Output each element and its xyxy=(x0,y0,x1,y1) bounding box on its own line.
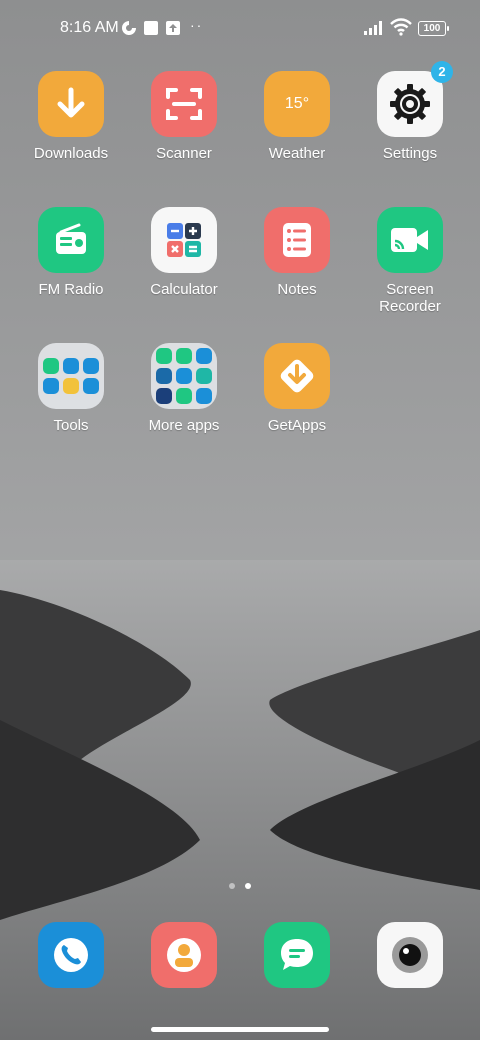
app-downloads[interactable]: Downloads xyxy=(21,71,121,162)
gear-icon: 2 xyxy=(377,61,453,137)
dock-camera[interactable] xyxy=(360,922,460,988)
status-bar: 8:16 AM ·· 100 xyxy=(0,0,480,56)
folder-app-thumbnail xyxy=(156,368,172,384)
folder-app-thumbnail xyxy=(156,348,172,364)
getapps-icon xyxy=(264,343,330,409)
app-label: More apps xyxy=(148,417,220,434)
folder-app-thumbnail xyxy=(196,348,212,364)
dock-phone[interactable] xyxy=(21,922,121,988)
notification-badge: 2 xyxy=(431,61,453,83)
dock-messages[interactable] xyxy=(247,922,347,988)
folder-app-thumbnail xyxy=(156,388,172,404)
app-label: Screen Recorder xyxy=(360,281,460,315)
dock-contacts[interactable] xyxy=(134,922,234,988)
phone-icon xyxy=(38,922,104,988)
vpn-icon xyxy=(122,21,136,35)
app-label: Notes xyxy=(277,281,317,298)
app-label: Weather xyxy=(268,145,326,162)
app-calculator[interactable]: Calculator xyxy=(134,207,234,298)
radio-icon xyxy=(38,207,104,273)
folder-app-thumbnail xyxy=(83,378,99,394)
app-label-line2: Recorder xyxy=(379,298,441,315)
folder-app-thumbnail xyxy=(43,378,59,394)
folder-app-thumbnail xyxy=(83,358,99,374)
app-label: Calculator xyxy=(150,281,218,298)
app-label: Tools xyxy=(53,417,89,434)
weather-temp-icon: 15° xyxy=(264,71,330,137)
home-gesture-bar[interactable] xyxy=(151,1027,329,1032)
page-indicator xyxy=(0,876,480,894)
folder-app-thumbnail xyxy=(176,368,192,384)
folder-app-thumbnail xyxy=(176,388,192,404)
app-fm-radio[interactable]: FM Radio xyxy=(21,207,121,298)
more-notifications-icon: ·· xyxy=(190,17,204,33)
scan-frame-icon xyxy=(151,71,217,137)
wifi-icon xyxy=(390,18,412,36)
square-notification-icon xyxy=(144,21,158,35)
app-settings[interactable]: 2 Settings xyxy=(360,61,460,162)
app-label: Settings xyxy=(382,145,438,162)
folder-icon xyxy=(38,343,104,409)
folder-app-thumbnail xyxy=(196,388,212,404)
app-screen-recorder[interactable]: Screen Recorder xyxy=(360,207,460,315)
app-label: GetApps xyxy=(267,417,327,434)
app-label-line1: Screen xyxy=(386,281,434,298)
folder-icon xyxy=(151,343,217,409)
folder-app-thumbnail xyxy=(43,358,59,374)
status-time: 8:16 AM xyxy=(60,19,119,36)
video-cast-icon xyxy=(377,207,443,273)
folder-app-thumbnail xyxy=(176,348,192,364)
app-label: Downloads xyxy=(33,145,109,162)
chat-bubble-icon xyxy=(264,922,330,988)
app-scanner[interactable]: Scanner xyxy=(134,71,234,162)
weather-temperature: 15° xyxy=(284,95,310,112)
app-weather[interactable]: 15° Weather xyxy=(247,71,347,162)
upload-notification-icon xyxy=(166,21,180,35)
folder-app-thumbnail xyxy=(63,358,79,374)
folder-app-thumbnail xyxy=(196,368,212,384)
camera-lens-icon xyxy=(377,922,443,988)
battery-indicator: 100 xyxy=(418,21,449,36)
notes-list-icon xyxy=(264,207,330,273)
signal-icon xyxy=(364,21,382,35)
page-dot-active[interactable] xyxy=(245,883,251,889)
contact-person-icon xyxy=(151,922,217,988)
folder-app-thumbnail xyxy=(63,378,79,394)
calculator-icon xyxy=(151,207,217,273)
folder-tools[interactable]: Tools xyxy=(21,343,121,434)
app-notes[interactable]: Notes xyxy=(247,207,347,298)
app-label: FM Radio xyxy=(38,281,104,298)
page-dot[interactable] xyxy=(229,883,235,889)
app-getapps[interactable]: GetApps xyxy=(247,343,347,434)
app-label: Scanner xyxy=(156,145,212,162)
folder-more-apps[interactable]: More apps xyxy=(134,343,234,434)
download-arrow-icon xyxy=(38,71,104,137)
